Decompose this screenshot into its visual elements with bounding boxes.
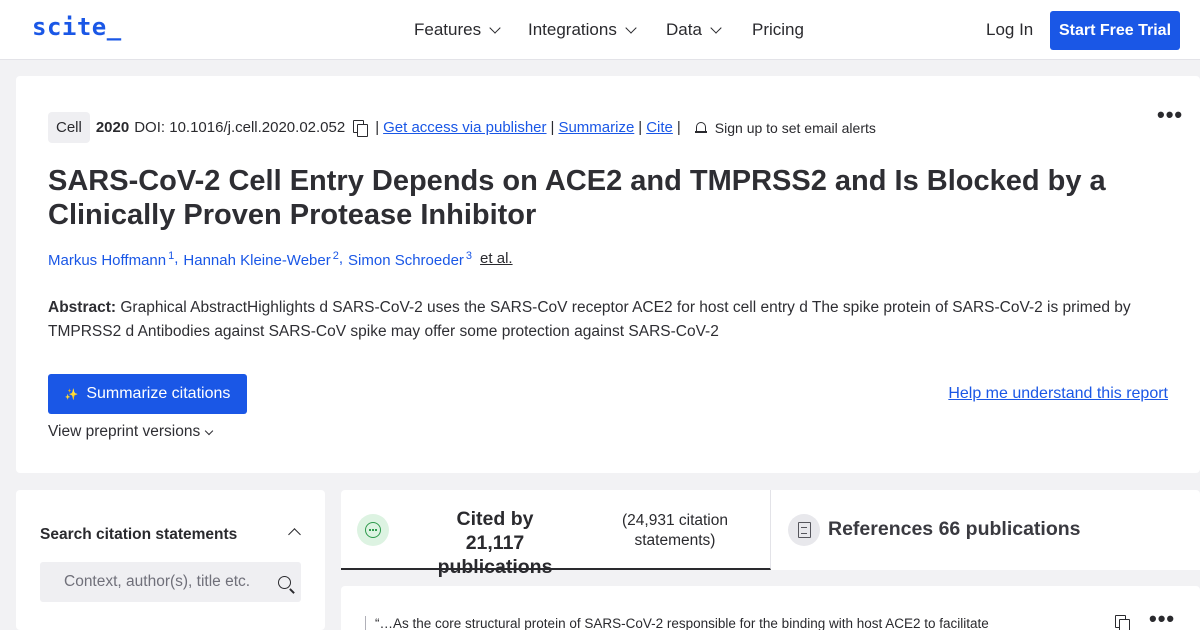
copy-icon[interactable]	[353, 120, 369, 137]
nav-features[interactable]: Features	[414, 20, 501, 40]
citation-snippet: “…As the core structural protein of SARS…	[375, 616, 989, 630]
chevron-down-icon	[710, 22, 722, 34]
citation-statements-count: (24,931 citation statements)	[622, 512, 728, 549]
et-al-link[interactable]: et al.	[480, 250, 513, 269]
abstract: Abstract: Graphical AbstractHighlights d…	[48, 296, 1168, 344]
journal-badge[interactable]: Cell	[48, 112, 90, 143]
email-alerts-link[interactable]: Sign up to set email alerts	[715, 120, 876, 136]
cited-by-count: Cited by 21,117 publications	[437, 508, 553, 578]
summarize-citations-button[interactable]: ✨ Summarize citations	[48, 374, 247, 414]
more-options-icon[interactable]: •••	[1157, 102, 1183, 128]
abstract-text: Graphical AbstractHighlights d SARS-CoV-…	[48, 299, 1131, 340]
summarize-citations-label: Summarize citations	[86, 385, 231, 402]
search-icon[interactable]	[278, 576, 291, 589]
author-affiliation: 3	[465, 250, 473, 262]
article-card: Cell 2020 DOI: 10.1016/j.cell.2020.02.05…	[16, 76, 1200, 473]
doi-text: DOI: 10.1016/j.cell.2020.02.052	[134, 119, 346, 136]
quote-bar	[365, 616, 366, 630]
author-list: Markus Hoffmann 1 , Hannah Kleine-Weber 2 …	[48, 250, 513, 269]
citation-statement-card: “…As the core structural protein of SARS…	[341, 586, 1200, 630]
nav-data[interactable]: Data	[666, 20, 722, 40]
more-options-icon[interactable]: •••	[1149, 606, 1175, 630]
separator: |	[676, 119, 681, 136]
separator: |	[375, 119, 380, 136]
article-title: SARS-CoV-2 Cell Entry Depends on ACE2 an…	[48, 165, 1106, 231]
login-link[interactable]: Log In	[986, 20, 1033, 40]
nav-pricing-label: Pricing	[752, 20, 804, 39]
tab-references[interactable]: References 66 publications	[772, 490, 1200, 570]
tab-cited-by[interactable]: Cited by 21,117 publications (24,931 cit…	[341, 490, 771, 578]
get-access-link[interactable]: Get access via publisher	[383, 119, 546, 136]
magic-wand-icon: ✨	[64, 388, 79, 401]
nav-pricing[interactable]: Pricing	[752, 20, 804, 40]
author-link[interactable]: Simon Schroeder 3	[348, 250, 472, 269]
search-input[interactable]	[40, 562, 301, 602]
chat-bubble-icon	[357, 514, 389, 546]
nav-integrations[interactable]: Integrations	[528, 20, 637, 40]
publication-year: 2020	[95, 119, 130, 136]
separator: |	[550, 119, 555, 136]
start-free-trial-button[interactable]: Start Free Trial	[1050, 11, 1180, 50]
search-panel-title: Search citation statements	[40, 526, 238, 543]
nav-data-label: Data	[666, 20, 702, 39]
chevron-down-icon	[204, 426, 214, 435]
author-link[interactable]: Markus Hoffmann 1	[48, 250, 174, 269]
bell-icon[interactable]	[694, 121, 707, 135]
separator: |	[638, 119, 643, 136]
copy-icon[interactable]	[1115, 615, 1130, 630]
author-link[interactable]: Hannah Kleine-Weber 2	[183, 250, 338, 269]
author-name: Markus Hoffmann	[48, 252, 167, 269]
chevron-down-icon	[625, 22, 637, 34]
nav-integrations-label: Integrations	[528, 20, 617, 39]
references-count: References 66 publications	[828, 518, 1081, 540]
chevron-down-icon	[489, 22, 501, 34]
author-name: Hannah Kleine-Weber	[183, 252, 331, 269]
chevron-up-icon[interactable]	[288, 528, 301, 541]
search-citation-panel: Search citation statements	[16, 490, 325, 630]
summarize-link[interactable]: Summarize	[558, 119, 634, 136]
abstract-label: Abstract:	[48, 299, 117, 316]
scite-logo[interactable]: scite_	[32, 13, 122, 41]
preprint-label: View preprint versions	[48, 423, 201, 440]
help-understand-report-link[interactable]: Help me understand this report	[948, 385, 1168, 403]
author-name: Simon Schroeder	[348, 252, 464, 269]
document-icon	[788, 514, 820, 546]
author-separator: ,	[338, 250, 344, 267]
nav-features-label: Features	[414, 20, 482, 39]
cite-link[interactable]: Cite	[646, 119, 673, 136]
citation-tabs: Cited by 21,117 publications (24,931 cit…	[341, 490, 1200, 578]
view-preprint-versions[interactable]: View preprint versions	[48, 423, 214, 441]
author-separator: ,	[174, 250, 179, 267]
article-meta-row: Cell 2020 DOI: 10.1016/j.cell.2020.02.05…	[48, 112, 876, 143]
top-navigation: scite_ Features Integrations Data Pricin…	[0, 0, 1200, 60]
